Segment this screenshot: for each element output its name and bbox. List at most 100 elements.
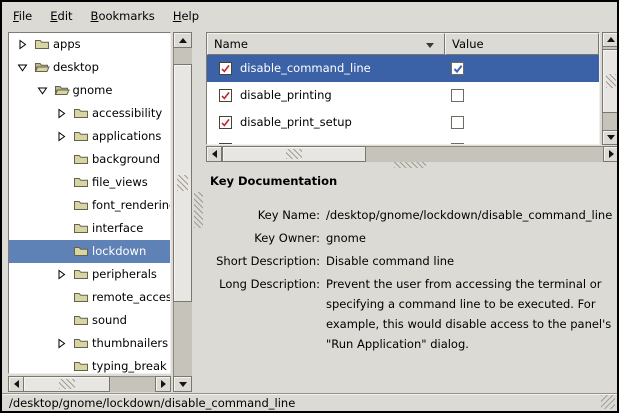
menu-item-label: Help (173, 9, 199, 23)
key-name-label: disable_print_setup (240, 109, 352, 135)
scroll-right-button[interactable] (603, 146, 619, 162)
column-header-name[interactable]: Name (207, 33, 445, 55)
tree-item-label: gnome (73, 79, 113, 101)
scroll-up-button[interactable] (602, 32, 619, 47)
scroll-left-button[interactable] (8, 376, 24, 392)
tree-item-typing_break[interactable]: typing_break (9, 355, 170, 374)
key-name-label: disable_command_line (240, 55, 371, 81)
tree-item-label: thumbnailers (92, 332, 168, 354)
doc-field-label: Long Description: (206, 274, 320, 354)
tree-item-apps[interactable]: apps (9, 33, 170, 56)
config-tree: apps desktop (8, 32, 171, 374)
grip-icon (177, 175, 188, 191)
key-documentation-panel: Key Documentation Key Name: /desktop/gno… (206, 169, 617, 354)
tree-item-label: accessibility (92, 102, 162, 124)
expander-icon[interactable] (56, 269, 67, 280)
folder-icon (73, 153, 89, 165)
tree-item-gnome[interactable]: gnome (9, 79, 170, 102)
scrollbar-thumb[interactable] (23, 376, 110, 392)
scrollbar-thumb[interactable] (602, 49, 619, 113)
arrow-right-icon (609, 150, 614, 158)
folder-closed-icon (73, 153, 89, 165)
folder-icon (73, 199, 89, 211)
triangle-down-icon (37, 85, 48, 96)
tree-item-label: file_views (92, 171, 148, 193)
expander-icon[interactable] (17, 39, 28, 50)
arrow-up-icon (607, 37, 615, 42)
value-checkbox[interactable] (451, 89, 464, 102)
key-row-disable_printing[interactable]: disable_printing (207, 82, 599, 109)
menu-file[interactable]: File (4, 4, 41, 28)
doc-field-label: Key Name: (206, 205, 320, 225)
folder-closed-icon (34, 38, 50, 50)
tree-item-label: interface (92, 217, 143, 239)
tree-item-label: apps (53, 33, 81, 55)
folder-icon (73, 245, 89, 257)
scroll-up-button[interactable] (173, 32, 192, 48)
scroll-left-button[interactable] (206, 146, 222, 162)
triangle-down-icon (17, 62, 28, 73)
value-checkbox[interactable] (451, 116, 464, 129)
tree-item-lockdown[interactable]: lockdown (9, 240, 170, 263)
folder-closed-icon (73, 360, 89, 372)
menu-edit[interactable]: Edit (41, 4, 81, 28)
folder-icon (73, 130, 89, 142)
arrow-left-icon (212, 150, 217, 158)
tree-item-label: sound (92, 309, 127, 331)
expander-icon[interactable] (17, 62, 28, 73)
grip-icon (606, 74, 616, 88)
folder-icon (73, 176, 89, 188)
folder-icon (34, 61, 50, 73)
menu-help[interactable]: Help (164, 4, 208, 28)
tree-item-applications[interactable]: applications (9, 125, 170, 148)
value-checkbox[interactable] (451, 143, 464, 145)
scrollbar-thumb[interactable] (173, 64, 192, 302)
expander-icon[interactable] (56, 131, 67, 142)
table-horizontal-scrollbar[interactable] (206, 146, 619, 162)
tree-vertical-scrollbar[interactable] (173, 32, 192, 392)
tree-item-font_rendering[interactable]: font_rendering (9, 194, 170, 217)
scroll-down-button[interactable] (602, 130, 619, 145)
expander-icon[interactable] (56, 108, 67, 119)
triangle-right-icon (56, 108, 67, 119)
folder-closed-icon (73, 130, 89, 142)
tree-item-sound[interactable]: sound (9, 309, 170, 332)
expander-icon[interactable] (37, 85, 48, 96)
arrow-up-icon (179, 38, 187, 43)
scrollbar-thumb[interactable] (222, 146, 366, 162)
key-row-disable_print_setup[interactable]: disable_print_setup (207, 109, 599, 136)
tree-item-desktop[interactable]: desktop (9, 56, 170, 79)
docs-fields: Key Name: /desktop/gnome/lockdown/disabl… (206, 205, 617, 354)
key-row-disable_command_line[interactable]: disable_command_line (207, 55, 599, 82)
resize-grip-icon[interactable] (601, 395, 615, 409)
scroll-right-button[interactable] (155, 376, 171, 392)
column-header-label: Value (452, 37, 484, 51)
tree-horizontal-scrollbar[interactable] (8, 376, 171, 392)
menu-item-label: Bookmarks (91, 9, 155, 23)
expander-icon[interactable] (56, 338, 67, 349)
tree-item-remote_access[interactable]: remote_access (9, 286, 170, 309)
tree-item-file_views[interactable]: file_views (9, 171, 170, 194)
tree-item-label: desktop (53, 56, 99, 78)
keys-table: Name Value disable_command_line (206, 32, 600, 145)
tree-item-background[interactable]: background (9, 148, 170, 171)
tree-panel-splitter[interactable] (193, 32, 205, 392)
key-row-disable_save_to_disk[interactable]: disable_save_to_disk (207, 136, 599, 145)
tree-item-label: applications (92, 125, 161, 147)
doc-field-value: Disable command line (326, 251, 617, 271)
scroll-down-button[interactable] (173, 376, 192, 392)
tree-item-interface[interactable]: interface (9, 217, 170, 240)
folder-closed-icon (73, 107, 89, 119)
tree-item-accessibility[interactable]: accessibility (9, 102, 170, 125)
tree-item-thumbnailers[interactable]: thumbnailers (9, 332, 170, 355)
folder-icon (73, 268, 89, 280)
column-header-value[interactable]: Value (445, 33, 599, 55)
docs-panel-splitter[interactable] (206, 161, 619, 169)
doc-field-value: /desktop/gnome/lockdown/disable_command_… (326, 205, 617, 225)
menu-bookmarks[interactable]: Bookmarks (82, 4, 164, 28)
tree-item-peripherals[interactable]: peripherals (9, 263, 170, 286)
tree-item-label: remote_access (92, 286, 171, 308)
table-vertical-scrollbar[interactable] (602, 32, 619, 145)
value-checkbox[interactable] (451, 62, 464, 75)
folder-closed-icon (73, 268, 89, 280)
